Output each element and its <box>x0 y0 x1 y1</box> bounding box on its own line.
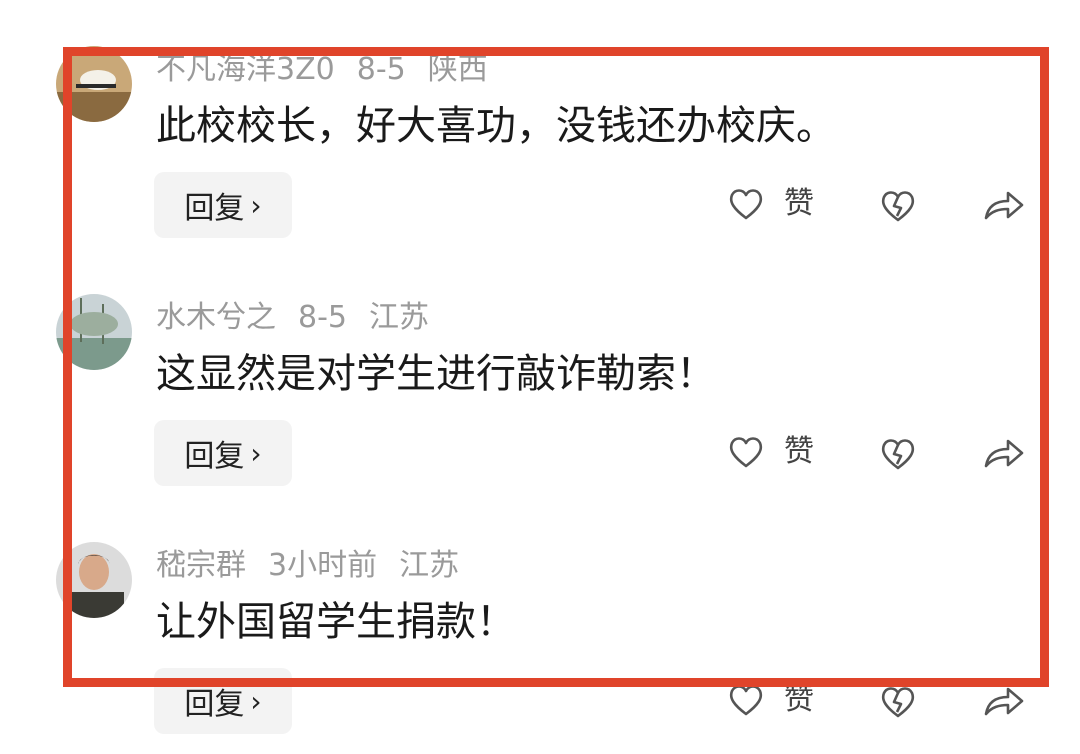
avatar[interactable] <box>56 542 132 618</box>
chevron-right-icon: › <box>250 684 262 718</box>
broken-heart-icon <box>881 439 915 470</box>
reply-label: 回复 <box>184 687 245 722</box>
like-button[interactable] <box>726 680 766 720</box>
comment-time: 8-5 <box>298 300 347 335</box>
dislike-button[interactable] <box>878 434 918 474</box>
share-arrow-icon <box>984 191 1024 220</box>
comment-time: 3小时前 <box>268 548 378 583</box>
dislike-button[interactable] <box>878 186 918 226</box>
username[interactable]: 嵇宗群 <box>156 548 246 583</box>
reply-button[interactable]: 回复 › <box>154 420 292 486</box>
comment-text: 让外国留学生捐款！ <box>156 599 516 645</box>
like-button[interactable] <box>726 184 766 224</box>
reply-label: 回复 <box>184 191 245 226</box>
comment-item: 不凡海洋3Z0 8-5 陕西 此校校长，好大喜功，没钱还办校庆。 回复 › 赞 <box>0 0 1080 240</box>
dislike-button[interactable] <box>878 682 918 722</box>
chevron-right-icon: › <box>250 188 262 222</box>
broken-heart-icon <box>881 191 915 222</box>
heart-icon <box>729 437 763 468</box>
comment-meta: 嵇宗群 3小时前 江苏 <box>156 548 481 584</box>
comment-location: 江苏 <box>369 300 429 335</box>
share-arrow-icon <box>984 687 1024 716</box>
reply-button[interactable]: 回复 › <box>154 172 292 238</box>
broken-heart-icon <box>881 687 915 718</box>
comment-item: 嵇宗群 3小时前 江苏 让外国留学生捐款！ 回复 › 赞 <box>0 496 1080 736</box>
like-label: 赞 <box>784 186 814 221</box>
comment-meta: 水木兮之 8-5 江苏 <box>156 300 451 336</box>
reply-button[interactable]: 回复 › <box>154 668 292 734</box>
comment-text: 此校校长，好大喜功，没钱还办校庆。 <box>156 103 836 149</box>
comment-time: 8-5 <box>356 52 406 87</box>
share-arrow-icon <box>984 439 1024 468</box>
username[interactable]: 水木兮之 <box>156 300 276 335</box>
avatar[interactable] <box>56 46 132 122</box>
like-label: 赞 <box>784 434 814 469</box>
comment-meta: 不凡海洋3Z0 8-5 陕西 <box>156 52 510 88</box>
like-label: 赞 <box>784 682 814 717</box>
comment-item: 水木兮之 8-5 江苏 这显然是对学生进行敲诈勒索！ 回复 › 赞 <box>0 248 1080 488</box>
comment-location: 江苏 <box>399 548 460 583</box>
heart-icon <box>729 685 763 716</box>
heart-icon <box>729 189 763 220</box>
share-button[interactable] <box>982 682 1026 722</box>
avatar[interactable] <box>56 294 132 370</box>
comment-text: 这显然是对学生进行敲诈勒索！ <box>156 351 716 397</box>
comment-location: 陕西 <box>427 52 488 87</box>
like-button[interactable] <box>726 432 766 472</box>
username[interactable]: 不凡海洋3Z0 <box>156 52 335 87</box>
share-button[interactable] <box>982 434 1026 474</box>
reply-label: 回复 <box>184 439 245 474</box>
share-button[interactable] <box>982 186 1026 226</box>
chevron-right-icon: › <box>250 436 262 470</box>
